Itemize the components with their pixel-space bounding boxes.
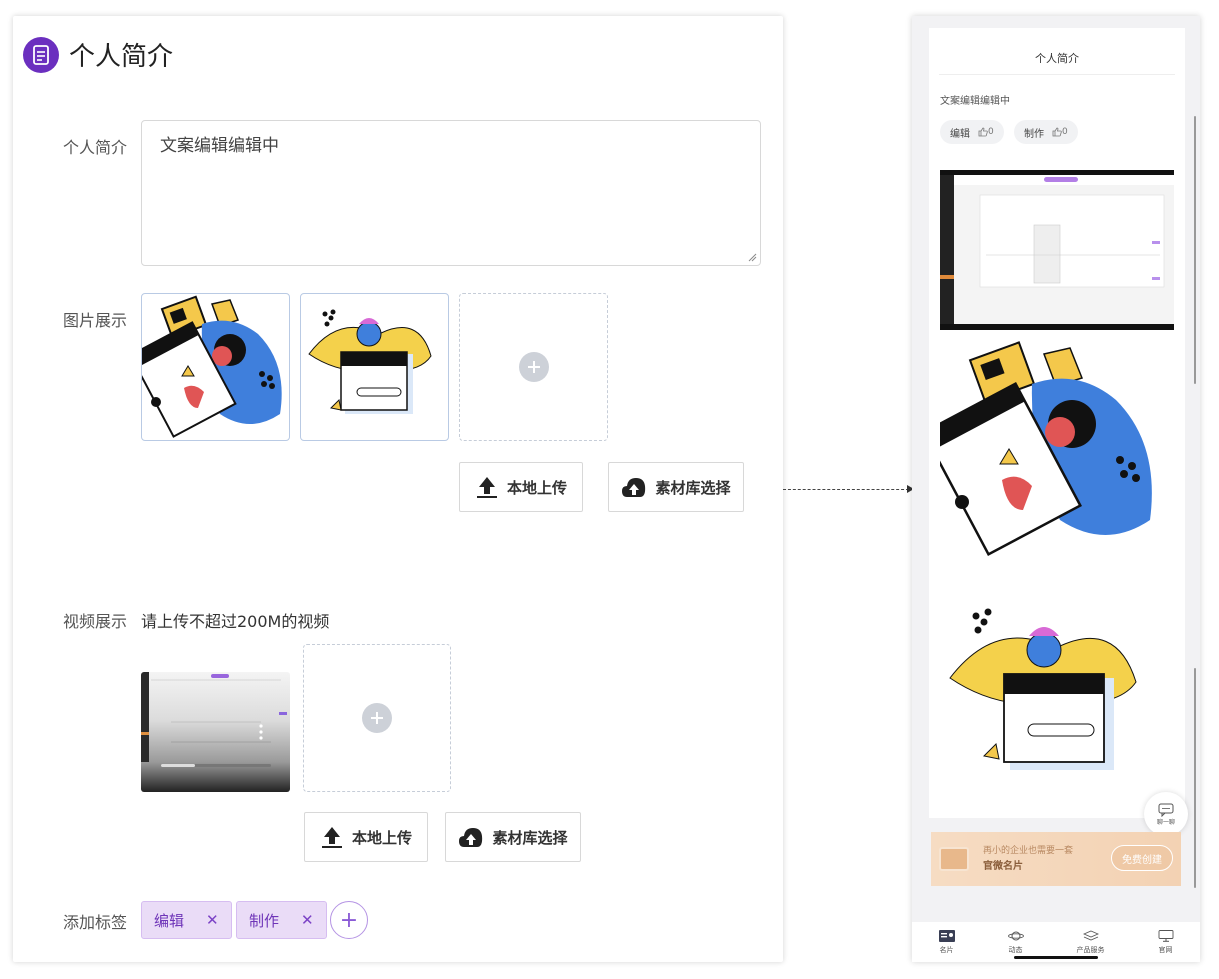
image-thumb-1[interactable] <box>141 293 290 441</box>
tab-label: 动态 <box>1008 945 1023 954</box>
tab-label: 名片 <box>939 945 954 954</box>
document-icon <box>23 36 59 73</box>
remove-tag-icon[interactable]: ✕ <box>301 911 314 929</box>
tab-card[interactable]: 名片 <box>938 929 955 955</box>
preview-tag-chip[interactable]: 编辑 0 <box>940 120 1004 144</box>
resize-grip-icon[interactable] <box>748 253 757 262</box>
upload-icon <box>475 475 499 499</box>
monitor-icon <box>1158 929 1174 942</box>
intro-label: 个人简介 <box>62 138 127 157</box>
chat-label: 聊一聊 <box>1156 818 1175 826</box>
promo-line2: 官微名片 <box>983 860 1023 872</box>
video-library-select-label: 素材库选择 <box>492 828 568 847</box>
divider <box>939 74 1175 75</box>
preview-connector-line <box>783 489 909 490</box>
preview-intro-text: 文案编辑编辑中 <box>940 96 1010 107</box>
image-upload-local-button[interactable]: 本地上传 <box>459 462 583 512</box>
section-header: 个人简介 <box>23 36 173 73</box>
preview-tag-label: 制作 <box>1024 128 1044 140</box>
tag-label: 制作 <box>249 911 280 930</box>
free-create-button[interactable]: 免费创建 <box>1111 845 1173 871</box>
screenshot-content <box>940 175 1174 324</box>
intro-textarea[interactable]: 文案编辑编辑中 <box>141 120 761 266</box>
promo-banner[interactable]: 再小的企业也需要一套 官微名片 免费创建 <box>931 832 1181 886</box>
plus-icon <box>362 703 392 733</box>
scrollbar-thumb[interactable] <box>1194 116 1196 384</box>
add-video-button[interactable] <box>303 644 451 792</box>
tags-label: 添加标签 <box>62 913 127 932</box>
image-library-select-button[interactable]: 素材库选择 <box>608 462 744 512</box>
upload-icon <box>320 825 344 849</box>
video-upload-local-button[interactable]: 本地上传 <box>304 812 428 862</box>
plus-icon <box>518 352 549 382</box>
tab-feed[interactable]: 动态 <box>1007 930 1024 955</box>
cloud-upload-icon <box>621 475 647 499</box>
thumbs-up-icon <box>978 127 988 137</box>
image-thumb-2[interactable] <box>300 293 449 441</box>
home-indicator <box>1014 956 1098 959</box>
tab-label: 官网 <box>1158 945 1173 954</box>
video-thumb[interactable] <box>141 672 290 792</box>
tag-chip: 编辑 ✕ <box>141 901 232 939</box>
cloud-upload-icon <box>458 825 484 849</box>
tag-chip: 制作 ✕ <box>236 901 327 939</box>
preview-title: 个人简介 <box>1035 52 1079 65</box>
mobile-preview: 个人简介 文案编辑编辑中 编辑 0 制作 0 聊一聊 再小的企业也需要一套 官微… <box>912 16 1200 962</box>
layers-icon <box>1082 930 1099 942</box>
image-library-select-label: 素材库选择 <box>655 478 731 497</box>
preview-image-desk <box>940 341 1152 557</box>
business-card-icon <box>939 847 969 871</box>
video-hint: 请上传不超过200M的视频 <box>141 612 330 631</box>
promo-text: 再小的企业也需要一套 官微名片 <box>983 844 1073 875</box>
tab-website[interactable]: 官网 <box>1158 929 1174 955</box>
planet-icon <box>1007 930 1024 942</box>
preview-tag-label: 编辑 <box>950 128 970 140</box>
remove-tag-icon[interactable]: ✕ <box>206 911 219 929</box>
chat-button[interactable]: 聊一聊 <box>1144 792 1188 836</box>
video-upload-local-label: 本地上传 <box>351 828 412 847</box>
scrollbar-thumb[interactable] <box>1194 668 1196 888</box>
images-label: 图片展示 <box>62 311 127 330</box>
section-title: 个人简介 <box>69 42 174 72</box>
promo-line1: 再小的企业也需要一套 <box>983 845 1074 856</box>
video-preview-frame <box>141 672 287 767</box>
preview-image-laptop <box>949 608 1137 770</box>
add-image-button[interactable] <box>459 293 608 441</box>
intro-text: 文案编辑编辑中 <box>160 136 279 156</box>
tag-label: 编辑 <box>154 911 185 930</box>
thumbs-up-icon <box>1052 127 1062 137</box>
card-icon <box>938 929 955 942</box>
preview-card: 个人简介 文案编辑编辑中 编辑 0 制作 0 <box>929 28 1185 818</box>
illustration-desk-image <box>142 295 282 438</box>
video-label: 视频展示 <box>62 612 127 631</box>
preview-screenshot-image <box>940 170 1174 330</box>
tab-products[interactable]: 产品服务 <box>1077 930 1105 955</box>
preview-tag-chip[interactable]: 制作 0 <box>1014 120 1078 144</box>
video-library-select-button[interactable]: 素材库选择 <box>445 812 581 862</box>
chat-icon <box>1158 803 1174 817</box>
add-tag-button[interactable]: + <box>330 901 368 939</box>
profile-editor-panel: 个人简介 个人简介 文案编辑编辑中 图片展示 本地上传 素材库选择 视频展示 请… <box>13 16 783 962</box>
tab-label: 产品服务 <box>1076 945 1105 954</box>
like-count: 0 <box>988 127 994 137</box>
image-upload-local-label: 本地上传 <box>506 478 567 497</box>
like-count: 0 <box>1062 127 1068 137</box>
illustration-laptop-image <box>308 309 432 414</box>
